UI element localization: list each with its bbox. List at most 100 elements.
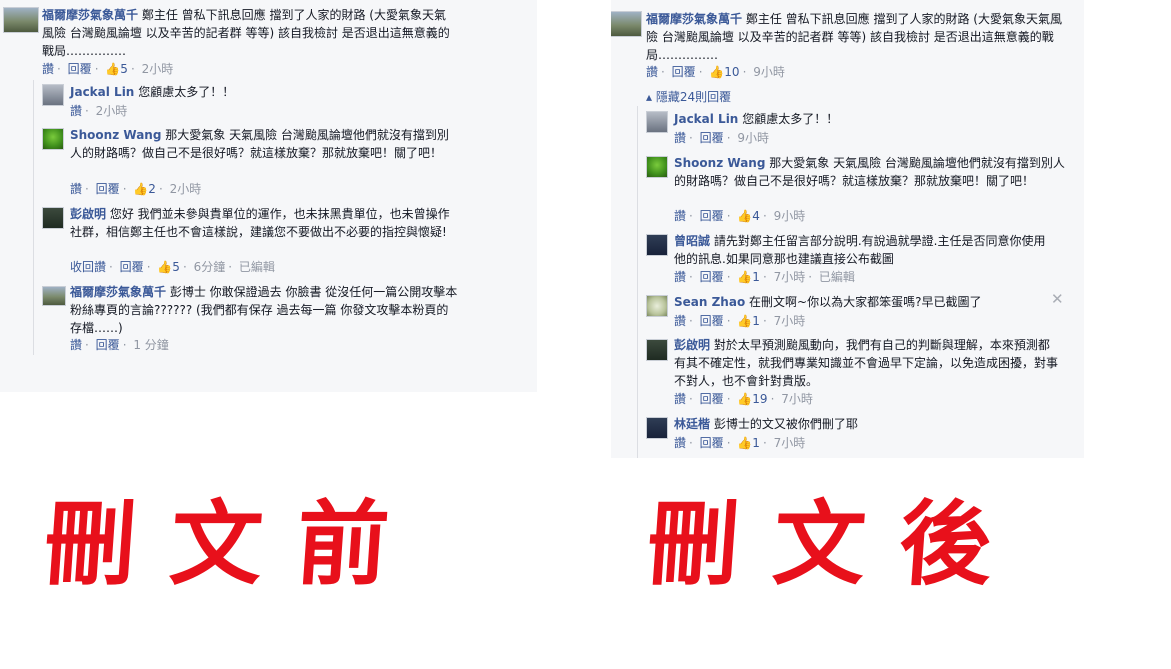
timestamp[interactable]: 1 分鐘 [133,338,168,352]
commenter-avatar[interactable] [646,417,668,439]
commenter-avatar[interactable] [646,156,668,178]
comment-author[interactable]: 林廷楷 [674,417,710,431]
like-link[interactable]: 讚 [70,338,82,352]
timestamp[interactable]: 2小時 [142,62,174,76]
thumbs-up-icon: 👍 [133,182,149,196]
comment-text: 對於太早預測颱風動向，我們有自己的判斷與理解，本來預測都有其不確定性，就我們專業… [674,338,1059,388]
like-count[interactable]: 19 [752,392,767,406]
comment-author[interactable]: Sean Zhao [674,295,745,309]
comment-author[interactable]: 福爾摩莎氣象萬千 [70,285,166,299]
comment-body: Jackal Lin 您顧慮太多了！！ [70,83,470,101]
comment-text: 您顧慮太多了！！ [742,112,839,126]
comment-actions: 讚 · 回覆 · 👍1 · 7小時 · 已編輯 [674,270,855,284]
timestamp[interactable]: 9小時 [774,209,806,223]
timestamp[interactable]: 2小時 [96,104,128,118]
like-count[interactable]: 1 [752,314,760,328]
comment-body: Jackal Lin 您顧慮太多了！！ [674,110,1074,128]
like-count[interactable]: 4 [752,209,760,223]
commenter-avatar[interactable] [42,84,64,106]
timestamp[interactable]: 2小時 [170,182,202,196]
page-avatar[interactable] [3,7,39,33]
like-count[interactable]: 10 [724,65,739,79]
comment-actions: 讚 · 2小時 [70,104,128,118]
unlike-link[interactable]: 收回讚 [70,260,106,274]
reply-link[interactable]: 回覆 [672,65,696,79]
comment-text: 您好 我們並未參與貴單位的運作，也未抹黑貴單位，也未曾操作社群，相信鄭主任也不會… [70,207,450,239]
like-count[interactable]: 2 [148,182,156,196]
comment-text: 彭博士的文又被你們刪了耶 [713,417,858,431]
like-link[interactable]: 讚 [674,131,686,145]
reply-link[interactable]: 回覆 [700,314,724,328]
edited-label[interactable]: 已編輯 [819,270,855,284]
comment-author[interactable]: Shoonz Wang [70,128,161,142]
thumbs-up-icon: 👍 [737,392,753,406]
reply-link[interactable]: 回覆 [68,62,92,76]
post-author[interactable]: 福爾摩莎氣象萬千 [646,12,742,26]
thumbs-up-icon: 👍 [737,270,753,284]
reply-link[interactable]: 回覆 [700,392,724,406]
commenter-avatar[interactable] [42,207,64,229]
hide-replies-label: 隱藏24則回覆 [655,90,732,104]
comment-actions: 讚 · 回覆 · 1 分鐘 [70,338,169,352]
comment-body: Sean Zhao 在刪文啊~你以為大家都笨蛋嗎?早已截圖了 [674,293,1054,311]
thumbs-up-icon: 👍 [157,260,173,274]
reply-link[interactable]: 回覆 [96,338,120,352]
caret-up-icon: ▴ [646,90,656,104]
comment-author[interactable]: 彭啟明 [70,207,106,221]
post-author[interactable]: 福爾摩莎氣象萬千 [42,8,138,22]
like-link[interactable]: 讚 [646,65,658,79]
like-link[interactable]: 讚 [70,182,82,196]
post-body: 福爾摩莎氣象萬千 鄭主任 曾私下訊息回應 擋到了人家的財路 (大愛氣象天氣風險 … [42,6,457,60]
edited-label[interactable]: 已編輯 [239,260,275,274]
commenter-avatar[interactable] [42,128,64,150]
comment-body: 林廷楷 彭博士的文又被你們刪了耶 [674,415,1054,433]
reply-link[interactable]: 回覆 [700,436,724,450]
timestamp[interactable]: 7小時 [781,392,813,406]
thumbs-up-icon: 👍 [737,314,753,328]
hide-replies-link[interactable]: ▴ 隱藏24則回覆 [646,88,731,105]
comment-author[interactable]: Jackal Lin [70,85,134,99]
comment-actions: 收回讚 · 回覆 · 👍5 · 6分鐘 · 已編輯 [70,260,275,274]
like-count[interactable]: 1 [752,270,760,284]
like-link[interactable]: 讚 [42,62,54,76]
timestamp[interactable]: 7小時 [774,436,806,450]
reply-link[interactable]: 回覆 [120,260,144,274]
commenter-avatar[interactable] [646,339,668,361]
commenter-avatar[interactable] [646,295,668,317]
like-link[interactable]: 讚 [674,436,686,450]
comment-actions: 讚 · 回覆 · 👍4 · 9小時 [674,209,806,223]
timestamp[interactable]: 9小時 [753,65,785,79]
reply-link[interactable]: 回覆 [700,270,724,284]
close-icon[interactable]: ✕ [1051,290,1064,308]
comment-author[interactable]: 彭啟明 [674,338,710,352]
like-link[interactable]: 讚 [674,270,686,284]
comment-author[interactable]: 曾昭誠 [674,234,710,248]
before-deletion-panel: 福爾摩莎氣象萬千 鄭主任 曾私下訊息回應 擋到了人家的財路 (大愛氣象天氣風險 … [0,0,537,392]
reply-link[interactable]: 回覆 [700,131,724,145]
thumbs-up-icon: 👍 [737,209,753,223]
timestamp[interactable]: 9小時 [737,131,769,145]
like-count[interactable]: 5 [172,260,180,274]
like-link[interactable]: 讚 [70,104,82,118]
like-link[interactable]: 讚 [674,392,686,406]
after-caption: 刪文後 [643,490,1030,598]
comment-author[interactable]: Shoonz Wang [674,156,765,170]
reply-link[interactable]: 回覆 [700,209,724,223]
like-link[interactable]: 讚 [674,314,686,328]
comment-author[interactable]: Jackal Lin [674,112,738,126]
page-avatar[interactable] [611,11,642,37]
comment-text: 您顧慮太多了！！ [138,85,235,99]
comment-body: Shoonz Wang 那大愛氣象 天氣風險 台灣颱風論壇他們就沒有擋到別人的財… [674,154,1066,190]
timestamp[interactable]: 7小時 [774,270,806,284]
like-link[interactable]: 讚 [674,209,686,223]
after-deletion-panel: 福爾摩莎氣象萬千 鄭主任 曾私下訊息回應 擋到了人家的財路 (大愛氣象天氣風險 … [611,0,1084,458]
reply-link[interactable]: 回覆 [96,182,120,196]
timestamp[interactable]: 6分鐘 [194,260,226,274]
timestamp[interactable]: 7小時 [774,314,806,328]
commenter-avatar[interactable] [646,234,668,256]
commenter-avatar[interactable] [42,286,66,306]
commenter-avatar[interactable] [646,111,668,133]
like-count[interactable]: 1 [752,436,760,450]
like-count[interactable]: 5 [120,62,128,76]
comment-body: 彭啟明 對於太早預測颱風動向，我們有自己的判斷與理解，本來預測都有其不確定性，就… [674,336,1059,390]
